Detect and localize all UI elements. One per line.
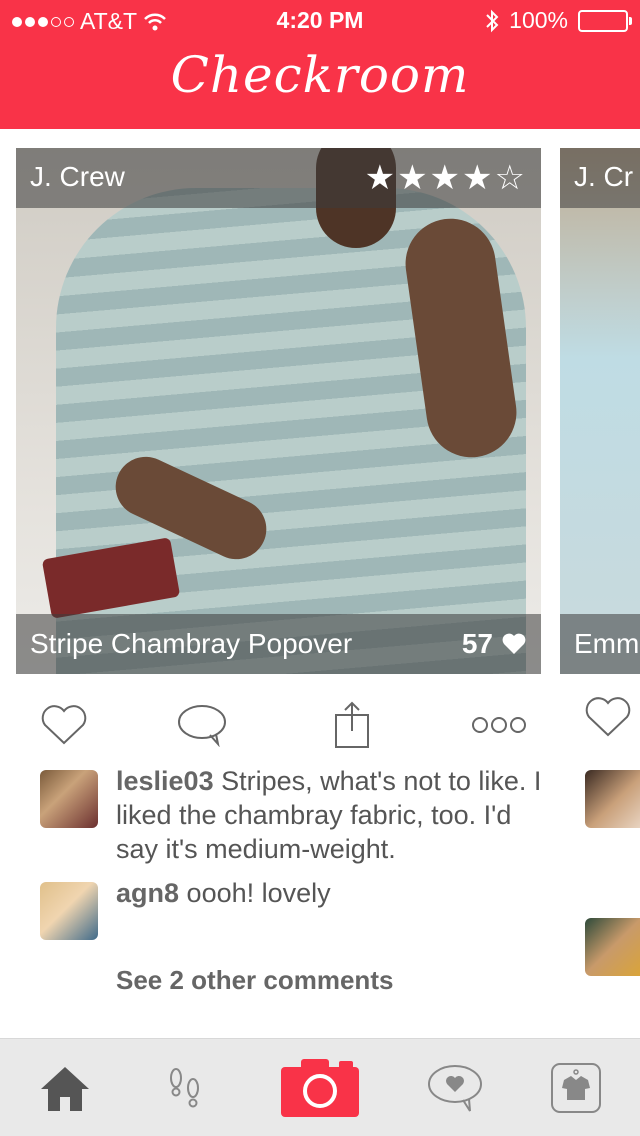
heart-outline-icon — [585, 697, 631, 737]
tab-activity[interactable] — [150, 1039, 220, 1136]
next-post-title: Emm — [560, 614, 640, 674]
tab-messages[interactable] — [420, 1039, 490, 1136]
avatar[interactable] — [40, 882, 98, 940]
camera-icon — [281, 1059, 359, 1117]
more-button[interactable] — [454, 695, 544, 755]
comment-button[interactable] — [172, 695, 232, 755]
app-header: AT&T 4:20 PM 100% Checkroom — [0, 0, 640, 129]
next-post-brand: J. Cr — [560, 148, 640, 208]
status-bar: AT&T 4:20 PM 100% — [0, 0, 640, 40]
chat-heart-icon — [428, 1065, 482, 1112]
home-icon — [41, 1067, 89, 1111]
comment-username[interactable]: agn8 — [116, 878, 179, 908]
comment-text: leslie03 Stripes, what's not to like. I … — [116, 764, 546, 866]
post-title: Stripe Chambray Popover — [30, 628, 353, 659]
closet-icon — [551, 1063, 601, 1113]
status-right: 100% — [485, 7, 632, 34]
post-actions — [16, 695, 541, 755]
heart-outline-icon — [41, 705, 87, 745]
see-more-comments-link[interactable]: See 2 other comments — [116, 965, 393, 996]
more-dots-icon — [472, 717, 526, 733]
tab-home[interactable] — [30, 1039, 100, 1136]
next-post-card[interactable]: J. Cr Emm — [560, 148, 640, 674]
rating-stars: ★★★★☆ — [364, 159, 527, 197]
like-count: 57 — [462, 628, 527, 660]
like-count-value: 57 — [461, 628, 493, 659]
battery-icon — [578, 9, 632, 32]
post-bottom-bar: Stripe Chambray Popover 57 — [16, 614, 541, 674]
tab-closet[interactable] — [546, 1039, 606, 1136]
avatar[interactable] — [585, 918, 640, 976]
post-top-bar: J. Crew ★★★★☆ — [16, 148, 541, 208]
avatar[interactable] — [40, 770, 98, 828]
like-button[interactable] — [34, 695, 94, 755]
comment-body: oooh! lovely — [186, 878, 331, 908]
app-logo: Checkroom — [170, 46, 470, 104]
share-button[interactable] — [322, 695, 382, 755]
post-brand: J. Crew — [30, 161, 125, 192]
post-photo[interactable] — [16, 148, 541, 674]
footsteps-icon — [170, 1068, 199, 1108]
comment-text: agn8 oooh! lovely — [116, 876, 546, 910]
speech-bubble-icon — [178, 705, 226, 747]
next-like-button[interactable] — [580, 695, 640, 755]
heart-filled-icon — [502, 633, 526, 654]
bluetooth-icon — [486, 9, 499, 32]
battery-percent: 100% — [509, 7, 568, 33]
share-icon — [335, 701, 369, 748]
avatar[interactable] — [585, 770, 640, 828]
post-card[interactable]: J. Crew ★★★★☆ Stripe Chambray Popover 57 — [16, 148, 541, 674]
tab-camera[interactable] — [278, 1039, 362, 1136]
tab-bar — [0, 1038, 640, 1136]
comment-username[interactable]: leslie03 — [116, 766, 214, 796]
